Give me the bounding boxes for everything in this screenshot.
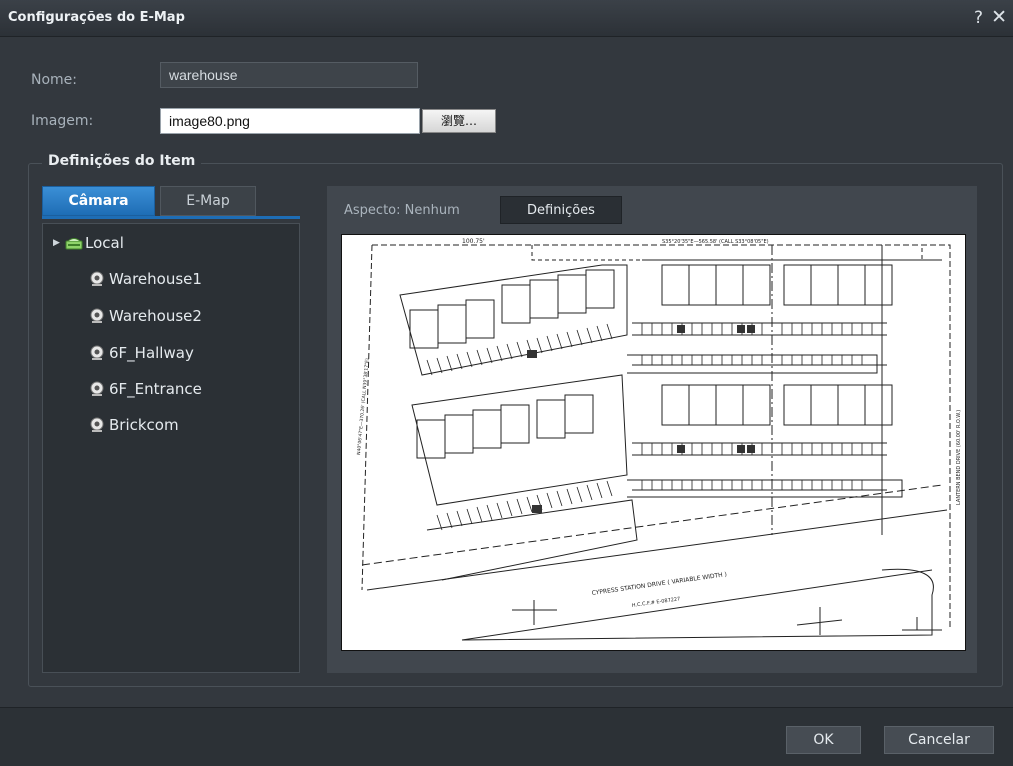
tab-emap[interactable]: E-Map [160, 186, 256, 216]
cancel-button[interactable]: Cancelar [884, 726, 994, 754]
dialog-title: Configurações do E-Map [8, 10, 185, 25]
ok-button[interactable]: OK [786, 726, 861, 754]
map-top-bearing: S35°20'35"E—565.58' (CALL S33°08'05"E) [662, 239, 769, 245]
camera-tree[interactable]: ▶ Local Warehouse1 Warehouse2 6F_Hallway [42, 223, 300, 673]
emap-image[interactable]: 100.75' S35°20'35"E—565.58' (CALL S33°08… [341, 234, 966, 651]
name-field[interactable] [160, 62, 418, 88]
tree-item-camera[interactable]: Brickcom [89, 413, 179, 437]
aspect-label: Aspecto: Nenhum [344, 203, 460, 218]
camera-label: 6F_Hallway [109, 344, 194, 362]
tree-item-camera[interactable]: Warehouse2 [89, 304, 202, 328]
expand-arrow-icon[interactable]: ▶ [53, 238, 60, 248]
tree-node-local[interactable]: ▶ Local [43, 231, 299, 255]
camera-label: Brickcom [109, 416, 179, 434]
image-label: Imagem: [31, 113, 94, 129]
camera-icon [90, 308, 104, 323]
tree-item-camera[interactable]: 6F_Hallway [89, 341, 194, 365]
browse-button[interactable]: 瀏覽… [422, 109, 496, 133]
title-bar: Configurações do E-Map ? ✕ [0, 0, 1013, 37]
map-top-dimension: 100.75' [462, 238, 485, 245]
map-left-bearing: N40°06'47"E—370.26' (CALL N39°38'17"E) [356, 358, 370, 455]
map-street-ref: H.C.C.F.# E-087227 [631, 596, 680, 609]
server-icon [65, 238, 83, 250]
camera-icon [90, 271, 104, 286]
tab-underline [42, 216, 300, 219]
name-label: Nome: [31, 72, 78, 88]
emap-preview-panel: Aspecto: Nenhum Definições 100.75' S35°2… [327, 186, 977, 673]
map-street-name: CYPRESS STATION DRIVE ( VARIABLE WIDTH ) [591, 571, 727, 597]
image-field[interactable] [160, 108, 420, 134]
site-plan-drawing: 100.75' S35°20'35"E—565.58' (CALL S33°08… [356, 238, 962, 641]
camera-icon [90, 345, 104, 360]
map-right-road: LANTERN BEND DRIVE (60.00' R.O.W.) [956, 410, 962, 505]
help-icon[interactable]: ? [974, 8, 983, 28]
tree-item-camera[interactable]: 6F_Entrance [89, 377, 202, 401]
camera-label: Warehouse1 [109, 270, 202, 288]
emap-settings-dialog: Configurações do E-Map ? ✕ Nome: Imagem:… [0, 0, 1013, 766]
camera-label: Warehouse2 [109, 307, 202, 325]
dialog-footer: OK Cancelar [0, 707, 1013, 766]
close-icon[interactable]: ✕ [991, 6, 1007, 28]
tree-item-camera[interactable]: Warehouse1 [89, 267, 202, 291]
camera-icon [90, 417, 104, 432]
camera-icon [90, 381, 104, 396]
tab-camera[interactable]: Câmara [42, 186, 155, 216]
settings-button[interactable]: Definições [500, 196, 622, 224]
tree-node-label: Local [85, 234, 124, 252]
item-tabs: Câmara E-Map [42, 186, 300, 220]
camera-label: 6F_Entrance [109, 380, 202, 398]
item-settings-title: Definições do Item [42, 153, 202, 169]
